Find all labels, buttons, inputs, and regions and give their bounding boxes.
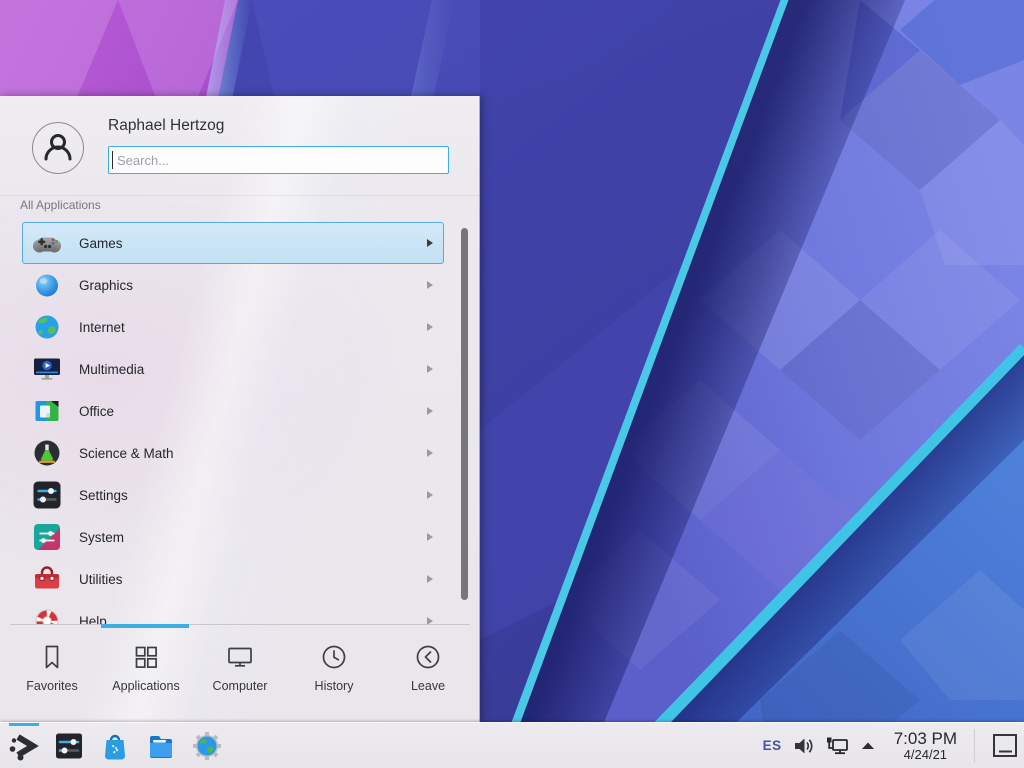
system-icon bbox=[31, 521, 63, 553]
tab-label: Leave bbox=[411, 679, 445, 693]
category-office[interactable]: Office bbox=[22, 390, 444, 432]
office-icon bbox=[31, 395, 63, 427]
category-utilities[interactable]: Utilities bbox=[22, 558, 444, 600]
footer-separator bbox=[10, 624, 470, 625]
category-internet[interactable]: Internet bbox=[22, 306, 444, 348]
clock-date: 4/24/21 bbox=[894, 748, 957, 763]
utilities-icon bbox=[31, 563, 63, 595]
leave-icon bbox=[413, 642, 443, 672]
launcher-tab-bar: Favorites Applications Computer bbox=[0, 630, 480, 720]
user-icon bbox=[38, 128, 78, 168]
launcher-header: Raphael Hertzog bbox=[0, 96, 479, 196]
category-list: Games Graphics bbox=[0, 222, 480, 624]
science-icon bbox=[31, 437, 63, 469]
keyboard-layout-indicator[interactable]: ES bbox=[763, 738, 782, 753]
submenu-arrow-icon bbox=[427, 365, 433, 373]
category-settings[interactable]: Settings bbox=[22, 474, 444, 516]
help-icon bbox=[31, 605, 63, 624]
discover-button[interactable] bbox=[92, 723, 138, 768]
tab-label: Favorites bbox=[26, 679, 77, 693]
submenu-arrow-icon bbox=[427, 533, 433, 541]
tab-label: History bbox=[315, 679, 354, 693]
application-launcher-menu: Raphael Hertzog All Applications bbox=[0, 96, 480, 722]
category-label: System bbox=[79, 530, 427, 545]
discover-icon bbox=[99, 730, 131, 762]
tab-leave[interactable]: Leave bbox=[381, 630, 475, 720]
category-label: Science & Math bbox=[79, 446, 427, 461]
category-label: Office bbox=[79, 404, 427, 419]
file-manager-button[interactable] bbox=[138, 723, 184, 768]
category-label: Graphics bbox=[79, 278, 427, 293]
text-caret bbox=[112, 151, 113, 169]
app-launcher-button[interactable] bbox=[0, 723, 46, 768]
submenu-arrow-icon bbox=[427, 239, 433, 247]
submenu-arrow-icon bbox=[427, 449, 433, 457]
section-label: All Applications bbox=[20, 198, 101, 212]
submenu-arrow-icon bbox=[427, 491, 433, 499]
history-clock-icon bbox=[319, 642, 349, 672]
settings-icon bbox=[31, 479, 63, 511]
submenu-arrow-icon bbox=[427, 281, 433, 289]
show-desktop-icon bbox=[991, 733, 1019, 759]
web-browser-button[interactable] bbox=[184, 723, 230, 768]
folder-icon bbox=[145, 730, 177, 762]
user-avatar[interactable] bbox=[32, 122, 84, 174]
category-games[interactable]: Games bbox=[22, 222, 444, 264]
active-task-indicator bbox=[9, 723, 39, 726]
tab-favorites[interactable]: Favorites bbox=[5, 630, 99, 720]
category-label: Help bbox=[79, 614, 427, 625]
show-desktop-button[interactable] bbox=[986, 723, 1024, 768]
scrollbar[interactable] bbox=[461, 228, 468, 600]
active-tab-indicator bbox=[101, 624, 189, 628]
category-science-math[interactable]: Science & Math bbox=[22, 432, 444, 474]
multimedia-icon bbox=[31, 353, 63, 385]
tab-label: Computer bbox=[213, 679, 268, 693]
tray-divider bbox=[974, 729, 975, 763]
system-tray: ES bbox=[763, 723, 1024, 768]
system-settings-icon bbox=[53, 730, 85, 762]
tab-applications[interactable]: Applications bbox=[99, 630, 193, 720]
applications-grid-icon bbox=[131, 642, 161, 672]
desktop[interactable]: Raphael Hertzog All Applications bbox=[0, 0, 1024, 768]
kde-launcher-icon bbox=[7, 730, 39, 762]
browser-globe-icon bbox=[191, 730, 223, 762]
submenu-arrow-icon bbox=[427, 407, 433, 415]
clock-time: 7:03 PM bbox=[894, 729, 957, 748]
network-icon[interactable] bbox=[824, 734, 850, 758]
taskbar: ES bbox=[0, 722, 1024, 768]
system-settings-button[interactable] bbox=[46, 723, 92, 768]
tab-label: Applications bbox=[112, 679, 179, 693]
user-name: Raphael Hertzog bbox=[108, 117, 224, 135]
category-label: Settings bbox=[79, 488, 427, 503]
graphics-icon bbox=[31, 269, 63, 301]
internet-icon bbox=[31, 311, 63, 343]
digital-clock[interactable]: 7:03 PM 4/24/21 bbox=[894, 729, 957, 763]
computer-icon bbox=[225, 642, 255, 672]
volume-icon[interactable] bbox=[791, 734, 815, 758]
category-label: Games bbox=[79, 236, 427, 251]
category-multimedia[interactable]: Multimedia bbox=[22, 348, 444, 390]
search-input[interactable] bbox=[108, 146, 449, 174]
submenu-arrow-icon bbox=[427, 323, 433, 331]
category-label: Multimedia bbox=[79, 362, 427, 377]
bookmark-icon bbox=[37, 642, 67, 672]
category-graphics[interactable]: Graphics bbox=[22, 264, 444, 306]
tab-history[interactable]: History bbox=[287, 630, 381, 720]
tab-computer[interactable]: Computer bbox=[193, 630, 287, 720]
submenu-arrow-icon bbox=[427, 575, 433, 583]
category-label: Internet bbox=[79, 320, 427, 335]
expand-tray-icon[interactable] bbox=[859, 737, 877, 755]
category-help[interactable]: Help bbox=[22, 600, 444, 624]
submenu-arrow-icon bbox=[427, 617, 433, 624]
category-label: Utilities bbox=[79, 572, 427, 587]
games-icon bbox=[31, 227, 63, 259]
category-system[interactable]: System bbox=[22, 516, 444, 558]
